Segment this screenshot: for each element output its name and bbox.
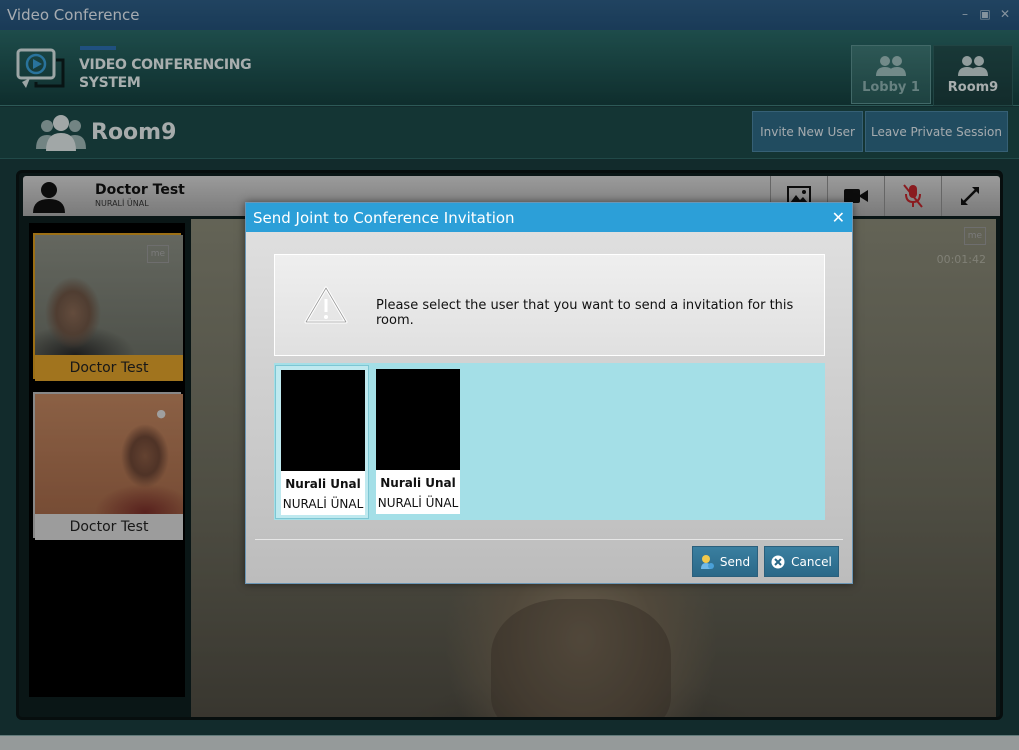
video-conference-app: Video Conference – ▣ ✕ VIDEO CONFERENCIN… bbox=[0, 0, 1019, 750]
dialog-message-box: Please select the user that you want to … bbox=[274, 254, 825, 356]
user-login: NURALİ ÜNAL bbox=[282, 497, 364, 511]
user-send-icon bbox=[700, 554, 714, 569]
user-name: Nurali Unal bbox=[380, 476, 456, 490]
user-login: NURALİ ÜNAL bbox=[377, 496, 459, 510]
invitation-dialog: Send Joint to Conference Invitation ✕ Pl… bbox=[245, 202, 853, 584]
cancel-button[interactable]: Cancel bbox=[764, 546, 839, 577]
user-selection-list: Nurali Unal NURALİ ÜNAL Nurali Unal NURA… bbox=[274, 363, 825, 520]
warning-icon bbox=[304, 286, 348, 324]
user-card[interactable]: Nurali Unal NURALİ ÜNAL bbox=[371, 365, 465, 519]
cancel-icon bbox=[771, 555, 785, 568]
dialog-header: Send Joint to Conference Invitation bbox=[246, 203, 852, 232]
user-card[interactable]: Nurali Unal NURALİ ÜNAL bbox=[275, 365, 369, 519]
send-button[interactable]: Send bbox=[692, 546, 758, 577]
dialog-divider bbox=[255, 539, 843, 540]
dialog-title: Send Joint to Conference Invitation bbox=[253, 209, 515, 227]
user-photo bbox=[376, 369, 460, 470]
cancel-label: Cancel bbox=[791, 554, 832, 569]
send-label: Send bbox=[719, 554, 751, 569]
user-name: Nurali Unal bbox=[285, 477, 361, 491]
dialog-close-icon[interactable]: ✕ bbox=[832, 208, 845, 227]
user-info: Nurali Unal NURALİ ÜNAL bbox=[281, 471, 365, 515]
user-photo bbox=[281, 370, 365, 471]
dialog-message: Please select the user that you want to … bbox=[376, 298, 794, 328]
user-info: Nurali Unal NURALİ ÜNAL bbox=[376, 470, 460, 514]
